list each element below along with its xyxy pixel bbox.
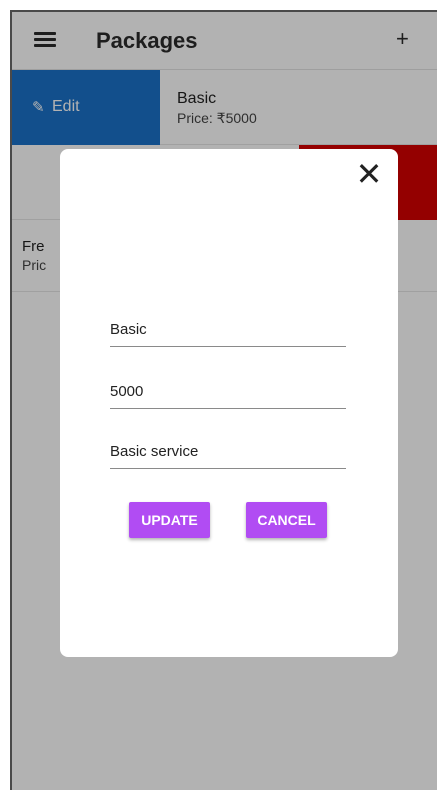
close-icon[interactable]: ✕	[354, 158, 384, 190]
package-price-field	[110, 379, 346, 409]
app-screen: Packages + ✎ Edit Basic Price: ₹5000 Fre…	[12, 12, 437, 790]
cancel-button[interactable]: CANCEL	[246, 502, 327, 538]
package-name-field	[110, 317, 346, 347]
package-name-input[interactable]	[110, 317, 346, 346]
update-button[interactable]: UPDATE	[129, 502, 210, 538]
package-price-input[interactable]	[110, 379, 346, 408]
package-description-field	[110, 439, 346, 469]
edit-package-dialog: ✕ UPDATE CANCEL	[60, 149, 398, 657]
package-description-input[interactable]	[110, 439, 346, 468]
